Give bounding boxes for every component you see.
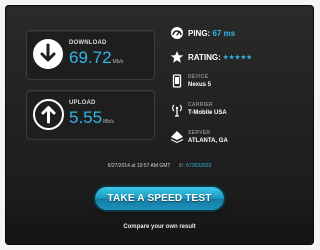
carrier-label: CARRIER [188,102,213,108]
compare-result-link[interactable]: Compare your own result [0,224,319,230]
result-id-label: ID: [178,163,185,169]
upload-arrow-icon [33,99,64,130]
download-unit: Mb/s [112,59,124,65]
device-label: DEVICE [188,74,209,80]
upload-result: UPLOAD 5.55Mb/s [26,90,155,140]
take-speed-test-button[interactable]: TAKE A SPEED TEST [95,187,224,210]
ping-value: 67 ms [212,29,236,38]
download-label: DOWNLOAD [69,40,107,46]
download-result: DOWNLOAD 69.72Mb/s [26,30,155,80]
upload-value-line: 5.55Mb/s [69,108,114,128]
rating-stars: ★★★★★ [222,55,253,61]
ping-line: PING: 67 ms [188,29,235,38]
upload-label: UPLOAD [69,100,96,106]
location-icon [170,130,184,144]
download-arrow-icon [33,39,63,69]
server-value: ATLANTA, GA [188,138,228,144]
server-label: SERVER [188,130,211,136]
upload-unit: Mb/s [103,119,114,125]
result-datetime: 6/27/2014 at 10:57 AM GMT [107,163,171,169]
ping-label: PING: [188,29,211,38]
antenna-icon [170,102,184,117]
rating-line: RATING: ★★★★★ [188,53,252,62]
star-icon [170,50,184,64]
result-id[interactable]: 673532633 [186,163,211,169]
upload-value: 5.55 [69,108,103,127]
ping-gauge-icon [170,26,184,40]
phone-icon [170,74,184,88]
carrier-value: T-Mobile USA [188,110,227,116]
device-value: Nexus 5 [188,82,212,88]
app-frame: DOWNLOAD 69.72Mb/s UPLOAD 5.55Mb/s PING:… [0,0,319,250]
result-meta: 6/27/2014 at 10:57 AM GMT ID: 673532633 [0,163,319,169]
download-value-line: 69.72Mb/s [69,48,123,68]
rating-label: RATING: [188,53,221,62]
download-value: 69.72 [69,48,112,67]
